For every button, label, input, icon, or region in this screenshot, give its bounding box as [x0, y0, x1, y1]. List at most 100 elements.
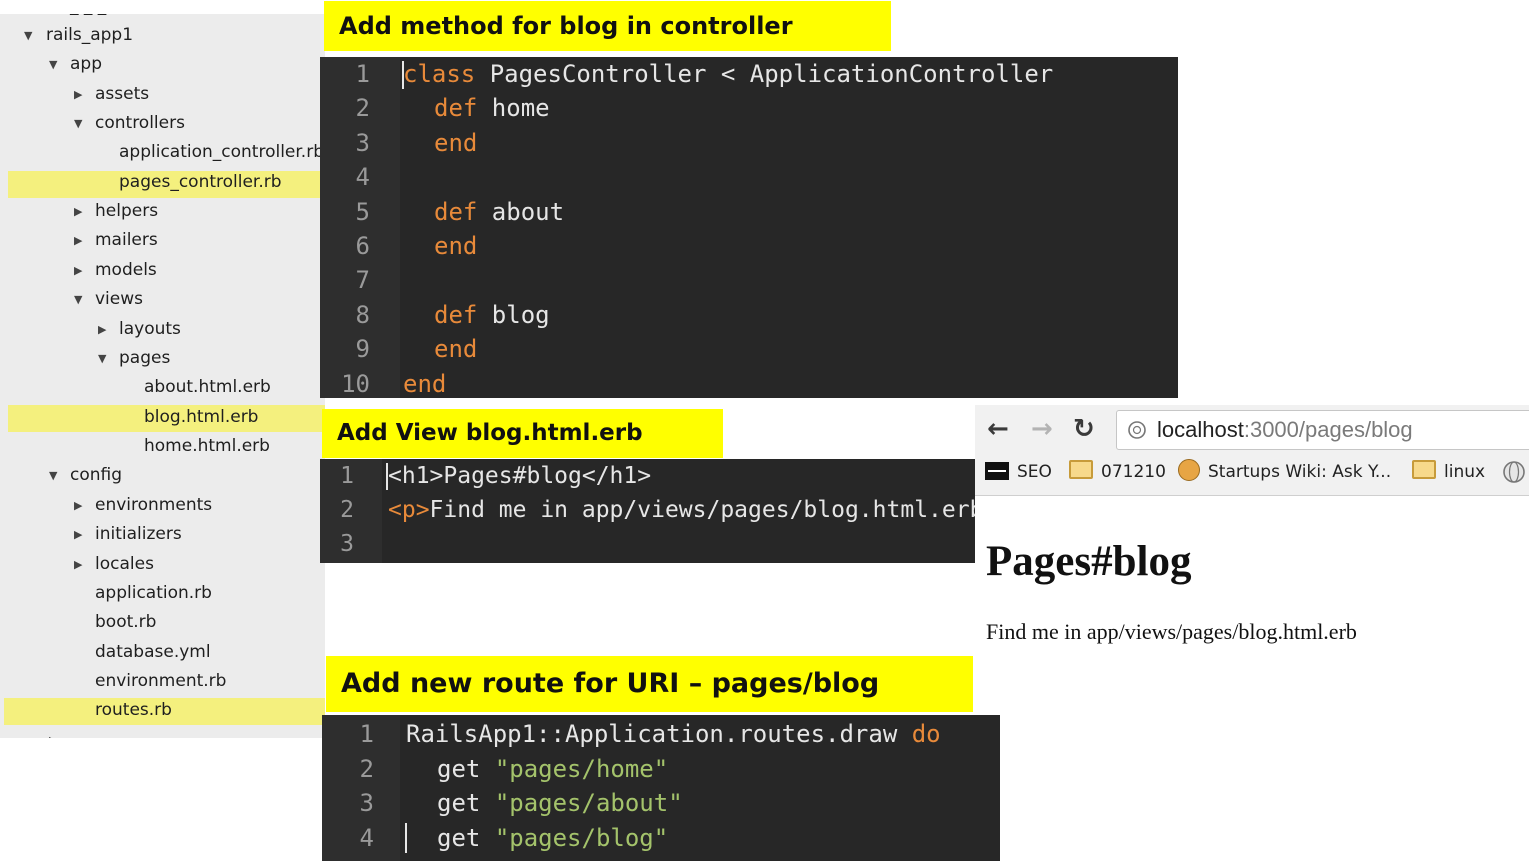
bookmark-linux[interactable]: linux	[1412, 459, 1485, 485]
code-line-5: def about	[434, 195, 564, 229]
tree-item-locales[interactable]: ▶ locales	[0, 550, 325, 579]
tree-item-label: about.html.erb	[144, 377, 271, 397]
tree-item-home-view[interactable]: home.html.erb	[0, 432, 325, 461]
browser-window: ← → ↻ localhost:3000/pages/blog SEO 0712…	[975, 405, 1529, 705]
page-paragraph: Find me in app/views/pages/blog.html.erb	[986, 619, 1357, 644]
line-number: 1	[359, 720, 374, 748]
tree-item-application-rb[interactable]: application.rb	[0, 579, 325, 608]
line-number: 7	[355, 266, 370, 295]
string-literal: "pages/home"	[494, 754, 669, 783]
collapsed-arrow-icon[interactable]: ▶	[74, 226, 82, 255]
routes-code-editor[interactable]: 1 2 3 4 RailsApp1::Application.routes.dr…	[322, 715, 1000, 861]
tree-item-environment-rb[interactable]: environment.rb	[0, 667, 325, 696]
code-text: RailsApp1::Application.routes.draw	[406, 720, 912, 748]
collapsed-arrow-icon[interactable]: ▶	[74, 550, 82, 579]
tree-item-label: mailers	[95, 230, 158, 250]
collapsed-arrow-icon[interactable]: ▶	[74, 80, 82, 109]
code-line-9: end	[434, 332, 477, 366]
tree-item-initializers[interactable]: ▶ initializers	[0, 520, 325, 549]
browser-toolbar: ← → ↻ localhost:3000/pages/blog SEO 0712…	[975, 405, 1529, 496]
folder-icon	[1069, 460, 1093, 479]
expanded-arrow-icon[interactable]: ▼	[49, 461, 57, 490]
tree-item-config[interactable]: ▼ config	[0, 461, 325, 490]
arrow-left-icon[interactable]: ←	[987, 415, 1009, 443]
tree-item-pages[interactable]: ▼ pages	[0, 344, 325, 373]
collapsed-arrow-icon[interactable]: ▶	[98, 315, 106, 344]
tree-item-assets[interactable]: ▶ assets	[0, 80, 325, 109]
collapsed-arrow-icon[interactable]: ▶	[74, 520, 82, 549]
collapsed-arrow-icon[interactable]: ▶	[74, 256, 82, 285]
line-number: 10	[341, 369, 370, 398]
keyword: end	[403, 369, 447, 398]
expanded-arrow-icon[interactable]: ▼	[74, 109, 82, 138]
code-line-6: end	[434, 229, 477, 263]
tree-item-label: boot.rb	[95, 612, 157, 632]
tree-item-layouts[interactable]: ▶ layouts	[0, 315, 325, 344]
expanded-arrow-icon[interactable]: ▼	[24, 21, 32, 50]
globe-icon[interactable]	[1502, 460, 1526, 484]
tree-item-views[interactable]: ▼ views	[0, 285, 325, 314]
code-line-2: get "pages/home"	[437, 752, 668, 787]
tree-item-label: home.html.erb	[144, 436, 270, 456]
bookmark-seo[interactable]: SEO	[985, 459, 1052, 485]
tree-item-about-view[interactable]: about.html.erb	[0, 373, 325, 402]
tree-item-helpers[interactable]: ▶ helpers	[0, 197, 325, 226]
url-text[interactable]: localhost:3000/pages/blog	[1157, 417, 1413, 443]
tree-item-models[interactable]: ▶ models	[0, 256, 325, 285]
tree-item-mailers[interactable]: ▶ mailers	[0, 226, 325, 255]
tree-item-label: views	[95, 289, 144, 309]
reload-icon[interactable]: ↻	[1073, 415, 1095, 443]
tree-item-label: application_controller.rb	[119, 142, 324, 162]
tree-item-label: config	[70, 465, 123, 485]
keyword: end	[434, 232, 478, 260]
tree-item-pages-controller[interactable]: pages_controller.rb	[0, 168, 325, 197]
line-number: 2	[359, 754, 374, 783]
line-number: 9	[355, 335, 370, 364]
caption-route: Add new route for URI – pages/blog	[326, 656, 973, 712]
code-text: get	[437, 754, 481, 783]
code-text: blog	[477, 300, 550, 329]
line-number: 3	[359, 789, 374, 817]
expanded-arrow-icon[interactable]: ▼	[74, 285, 82, 314]
tree-item-routes-rb[interactable]: routes.rb	[0, 696, 325, 725]
bookmark-label: 071210	[1101, 462, 1166, 482]
tree-item-controllers[interactable]: ▼ controllers	[0, 109, 325, 138]
tree-item-label: routes.rb	[95, 700, 172, 720]
arrow-right-icon[interactable]: →	[1031, 415, 1053, 443]
code-line-2: <p>Find me in app/views/pages/blog.html.…	[388, 493, 975, 527]
expanded-arrow-icon[interactable]: ▼	[98, 344, 106, 373]
line-number: 5	[355, 197, 370, 226]
keyword: def	[434, 94, 478, 123]
bookmark-label: SEO	[1017, 462, 1052, 482]
code-line-2: def home	[434, 91, 550, 125]
code-line-1: class PagesController < ApplicationContr…	[403, 57, 1053, 91]
collapsed-arrow-icon: ▶	[49, 726, 57, 738]
caption-controller: Add method for blog in controller	[324, 1, 891, 51]
address-bar[interactable]: localhost:3000/pages/blog	[1116, 410, 1529, 450]
tree-item-label: locales	[95, 554, 154, 574]
keyword: def	[434, 300, 478, 329]
tree-item-label: initializers	[95, 524, 182, 544]
collapsed-arrow-icon[interactable]: ▶	[74, 197, 82, 226]
bookmark-071210[interactable]: 071210	[1069, 459, 1166, 485]
view-code-editor[interactable]: 1 2 3 <h1>Pages#blog</h1> <p>Find me in …	[320, 459, 975, 563]
tree-item-app[interactable]: ▼ app	[0, 50, 325, 79]
tree-item-boot-rb[interactable]: boot.rb	[0, 608, 325, 637]
tree-item-rails-app1[interactable]: ▼ rails_app1	[0, 21, 325, 50]
seo-favicon-icon	[985, 462, 1009, 480]
globe-icon	[1128, 421, 1146, 439]
keyword: end	[434, 128, 478, 157]
collapsed-arrow-icon[interactable]: ▶	[74, 491, 82, 520]
url-path: :3000/pages/blog	[1243, 417, 1413, 442]
line-number: 3	[340, 531, 354, 557]
tree-item-database-yml[interactable]: database.yml	[0, 638, 325, 667]
line-number: 4	[359, 823, 374, 852]
tree-item-blog-view[interactable]: blog.html.erb	[0, 403, 325, 432]
face-favicon-icon	[1178, 459, 1200, 481]
controller-code-editor[interactable]: 1 2 3 4 5 6 7 8 9 10 class PagesControll…	[320, 57, 1178, 398]
tree-item-label: blog.html.erb	[144, 407, 259, 427]
expanded-arrow-icon[interactable]: ▼	[49, 50, 57, 79]
tree-item-environments[interactable]: ▶ environments	[0, 491, 325, 520]
bookmark-startups-wiki[interactable]: Startups Wiki: Ask Y...	[1178, 459, 1391, 485]
tree-item-application-controller[interactable]: application_controller.rb	[0, 138, 325, 167]
